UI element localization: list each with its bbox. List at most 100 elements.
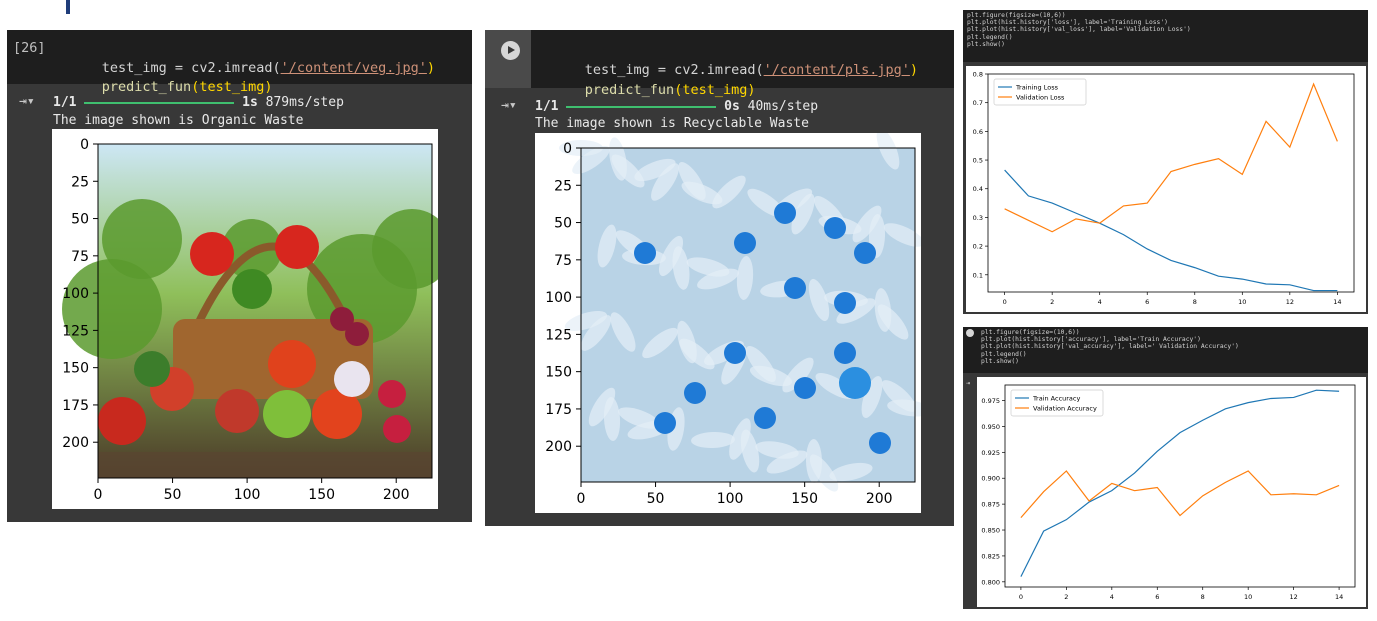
y-tick-label: 0.5 [973, 157, 983, 165]
x-tick-label: 14 [1335, 593, 1343, 601]
photo-produce [334, 361, 370, 397]
loss-chart: 0 2 4 6 8 10 12 14 0.1 0.2 0.3 0.4 0.5 0.6 0.7 0.8 Train… [973, 71, 1355, 306]
photo-bottle-cap [784, 277, 806, 299]
code-line-2-fn: predict_fun [584, 82, 675, 98]
page-accent-bar [66, 0, 70, 14]
photo-bottle-cap [834, 342, 856, 364]
x-tick-label: 0 [1003, 298, 1007, 306]
bottles-image-axes: 0 50 100 150 200 0 25 50 75 100 125 150 175 200 [545, 128, 931, 507]
progress-time: 40ms/step [747, 99, 819, 114]
x-tick-label: 200 [383, 487, 410, 503]
x-tick-label: 150 [308, 487, 335, 503]
photo-table [98, 452, 432, 478]
prediction-message: The image shown is Organic Waste [53, 113, 304, 128]
x-tick-label: 8 [1193, 298, 1197, 306]
photo-bottle-cap [684, 382, 706, 404]
acc-code-editor[interactable]: plt.figure(figsize=(10,6)) plt.plot(hist… [963, 327, 1368, 373]
y-tick-label: 125 [62, 323, 89, 339]
output-toggle-icon[interactable]: ⇥▾ [501, 98, 517, 113]
y-tick-label: 0.6 [973, 128, 983, 136]
x-tick-label: 8 [1201, 593, 1205, 601]
y-tick-label: 0.875 [981, 501, 1000, 509]
x-tick-label: 12 [1286, 298, 1294, 306]
y-tick-label: 0.900 [981, 475, 1000, 483]
x-tick-label: 4 [1110, 593, 1114, 601]
photo-bottle-cap [834, 292, 856, 314]
y-tick-label: 0.4 [973, 185, 983, 193]
progress-count: 1/1 [53, 95, 77, 110]
x-tick-label: 0 [1019, 593, 1023, 601]
loss-code-line: plt.plot(hist.history['loss'], label='Tr… [967, 19, 1168, 27]
x-tick-label: 12 [1289, 593, 1297, 601]
y-tick-label: 0.7 [973, 99, 983, 107]
y-tick-label: 75 [71, 249, 89, 265]
x-tick-label: 2 [1064, 593, 1068, 601]
photo-bottle-cap [734, 232, 756, 254]
y-tick-label: 100 [62, 286, 89, 302]
progress-bar [84, 101, 235, 104]
progress-line: 1/1 0s 40ms/step [535, 98, 818, 115]
photo-produce [232, 269, 272, 309]
code-line-2-arg: (test_img) [191, 79, 273, 95]
y-tick-label: 100 [545, 290, 572, 306]
photo-produce [268, 340, 316, 388]
code-line-1-close: ) [426, 60, 436, 76]
image-plot-1: 0 50 100 150 200 0 25 50 75 100 125 150 175 200 [52, 129, 452, 509]
y-tick-label: 200 [62, 435, 89, 451]
x-tick-label: 10 [1244, 593, 1252, 601]
execution-count: [26] [13, 40, 46, 56]
loss-cell[interactable]: plt.figure(figsize=(10,6)) plt.plot(hist… [963, 10, 1368, 314]
x-tick-label: 200 [866, 491, 893, 507]
code-editor-2[interactable]: test_img = cv2.imread('/content/pls.jpg'… [531, 30, 954, 98]
acc-code-line: plt.show() [981, 357, 1019, 365]
legend-label: Validation Accuracy [1033, 405, 1097, 413]
loss-chart-panel: 0 2 4 6 8 10 12 14 0.1 0.2 0.3 0.4 0.5 0.6 0.7 0.8 Train… [966, 66, 1366, 312]
acc-code-line: plt.legend() [981, 350, 1027, 358]
y-tick-label: 25 [71, 174, 89, 190]
output-toggle-icon[interactable]: ⇥▾ [19, 94, 35, 109]
progress-time: 879ms/step [265, 95, 344, 110]
photo-bottle-cap [654, 412, 676, 434]
code-line-2-arg: (test_img) [674, 82, 756, 98]
notebook-cell-1[interactable]: [26] test_img = cv2.imread('/content/veg… [7, 30, 472, 522]
y-tick-label: 0.2 [973, 243, 983, 251]
y-tick-label: 0 [563, 141, 572, 157]
photo-produce [378, 380, 406, 408]
run-cell-button[interactable] [501, 41, 520, 60]
y-tick-label: 0.975 [981, 397, 1000, 405]
loss-code-line: plt.plot(hist.history['val_loss'], label… [967, 26, 1191, 34]
x-tick-label: 100 [717, 491, 744, 507]
acc-run-icon[interactable] [966, 329, 974, 337]
code-editor-1[interactable]: [26] test_img = cv2.imread('/content/veg… [7, 30, 472, 95]
code-line-1-path: '/content/veg.jpg' [280, 60, 427, 76]
y-tick-label: 50 [554, 216, 572, 232]
photo-bottle-cap [754, 407, 776, 429]
photo-produce [215, 389, 259, 433]
acc-code-line: plt.plot(hist.history['val_accuracy'], l… [981, 343, 1239, 351]
y-tick-label: 75 [554, 253, 572, 269]
code-line-1-path: '/content/pls.jpg' [763, 62, 910, 78]
y-tick-label: 150 [545, 365, 572, 381]
x-tick-label: 50 [647, 491, 665, 507]
progress-time-bold: 1s [242, 95, 258, 110]
accuracy-cell[interactable]: plt.figure(figsize=(10,6)) plt.plot(hist… [963, 327, 1368, 609]
progress-bar [566, 105, 717, 108]
photo-bottle-cap [869, 432, 891, 454]
photo-produce [383, 415, 411, 443]
x-tick-label: 4 [1098, 298, 1102, 306]
photo-bottle-cap [824, 217, 846, 239]
y-tick-label: 0.800 [981, 578, 1000, 586]
loss-code-editor[interactable]: plt.figure(figsize=(10,6)) plt.plot(hist… [963, 10, 1368, 62]
y-tick-label: 0.950 [981, 423, 1000, 431]
prediction-message: The image shown is Recyclable Waste [535, 116, 809, 131]
photo-produce [263, 390, 311, 438]
accuracy-chart: 0 2 4 6 8 10 12 14 0.800 0.825 0.850 0.875 0.900 0.92… [981, 384, 1356, 601]
loss-code-line: plt.figure(figsize=(10,6)) [967, 12, 1066, 19]
y-tick-label: 175 [545, 402, 572, 418]
y-tick-label: 0 [80, 137, 89, 153]
legend-label: Training Loss [1015, 84, 1059, 92]
y-tick-label: 175 [62, 398, 89, 414]
notebook-cell-2[interactable]: test_img = cv2.imread('/content/pls.jpg'… [485, 30, 954, 526]
x-tick-label: 0 [94, 487, 103, 503]
acc-output-toggle-icon[interactable]: ⇥ [966, 379, 970, 387]
